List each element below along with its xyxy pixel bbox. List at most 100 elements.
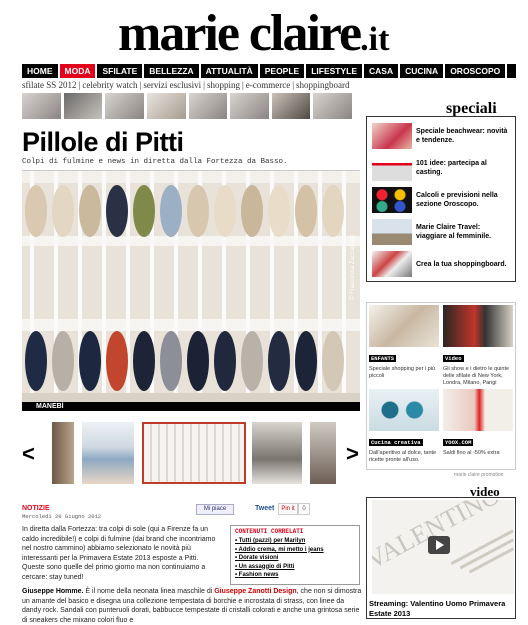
promo-label: Video	[443, 355, 464, 362]
play-icon[interactable]	[428, 536, 450, 554]
speciali-thumb	[372, 219, 412, 245]
speciali-text: Speciale beachwear: novità e tendenze.	[416, 128, 508, 144]
subnav-link[interactable]: e-commerce	[246, 80, 290, 90]
photo-caption-bar	[22, 402, 360, 411]
nav-item-moda[interactable]: MODA	[59, 64, 98, 78]
sub-nav: sfilate SS 2012 | celebrity watch | servizi …	[22, 79, 516, 91]
carousel-prev-button[interactable]: <	[22, 441, 35, 467]
related-link[interactable]: Un assaggio di Pitti	[235, 563, 355, 572]
article-date: Mercoledì 20 Giugno 2012	[22, 513, 102, 520]
related-content-box: CONTENUTI CORRELATI Tutti (pazzi) per Ma…	[230, 525, 360, 585]
carousel-next-button[interactable]: >	[346, 441, 359, 467]
speciali-thumb	[372, 187, 412, 213]
carousel-thumb-active[interactable]	[142, 422, 246, 484]
subnav-separator: |	[203, 80, 205, 90]
subnav-link[interactable]: sfilate SS 2012	[22, 80, 77, 90]
speciali-item[interactable]: Crea la tua shoppingboard.	[372, 249, 512, 279]
tweet-button[interactable]: Tweet	[255, 505, 274, 512]
promo-image	[369, 389, 439, 431]
nav-item-attualit[interactable]: ATTUALITÀ	[201, 64, 260, 78]
speciali-item[interactable]: Marie Claire Travel: viaggiare al femmin…	[372, 217, 512, 247]
main-nav: HOME MODA SFILATE BELLEZZA ATTUALITÀ PEOPLE LI…	[22, 64, 516, 78]
subnav-thumb[interactable]	[271, 93, 311, 119]
pin-it-button[interactable]: Pin it	[278, 503, 298, 515]
promo-image	[443, 305, 513, 347]
subnav-thumb[interactable]	[188, 93, 228, 119]
nav-item-casa[interactable]: CASA	[364, 64, 401, 78]
speciali-text: 101 idee: partecipa al casting.	[416, 160, 487, 176]
promo-box: ENFANTS Speciale shopping per i più picc…	[366, 302, 516, 470]
carousel-thumb[interactable]	[252, 422, 302, 484]
subnav-link[interactable]: servizi esclusivi	[143, 80, 201, 90]
subnav-link[interactable]: celebrity watch	[82, 80, 137, 90]
promo-label: Cucina creativa	[369, 439, 423, 446]
subnav-thumb[interactable]	[105, 93, 144, 119]
promo-item[interactable]: YOOX.COM Saldi fino al -50% extra	[443, 389, 513, 457]
pin-count: 0	[298, 503, 310, 515]
promo-item[interactable]: ENFANTS Speciale shopping per i più picc…	[369, 305, 439, 380]
nav-item-lifestyle[interactable]: LIFESTYLE	[306, 64, 365, 78]
photo-credit: © Francesca Zaccagnini	[350, 235, 356, 300]
related-link[interactable]: Tutti (pazzi) per Marilyn	[235, 537, 355, 546]
speciali-item[interactable]: 101 idee: partecipa al casting.	[372, 153, 512, 183]
subnav-link[interactable]: shoppingboard	[296, 80, 350, 90]
nav-item-people[interactable]: PEOPLE	[260, 64, 307, 78]
paragraph-lead: Giuseppe Homme.	[22, 588, 84, 595]
subnav-thumb[interactable]	[313, 93, 352, 119]
subnav-thumb[interactable]	[22, 93, 61, 119]
paragraph-text: È il nome della neonata linea maschile d…	[83, 588, 215, 595]
carousel-thumb[interactable]	[52, 422, 74, 484]
logo-tld: .it	[360, 21, 390, 58]
subnav-link[interactable]: shopping	[207, 80, 240, 90]
article-category[interactable]: NOTIZIE	[22, 505, 50, 512]
speciali-text: Calcoli e previsioni nella sezione Orosc…	[416, 192, 498, 208]
related-link[interactable]: Dorate visioni	[235, 554, 355, 563]
nav-item-home[interactable]: HOME	[22, 64, 60, 78]
promo-item[interactable]: Cucina creativa Dall'aperitivo al dolce,…	[369, 389, 439, 464]
related-link[interactable]: Addio crema, mi metto i jeans	[235, 546, 355, 555]
related-link[interactable]: Fashion news	[235, 571, 355, 580]
page-subtitle: Colpi di fulmine e news in diretta dalla…	[22, 158, 288, 166]
nav-item-oroscopo[interactable]: OROSCOPO	[445, 64, 508, 78]
subnav-thumb[interactable]	[230, 93, 269, 119]
site-logo[interactable]: marie claire.it	[118, 6, 418, 62]
carousel-thumb[interactable]	[310, 422, 336, 484]
promo-text: Saldi fino al -50% extra	[443, 450, 500, 456]
photo-caption: MANEBÌ	[36, 403, 64, 410]
related-heading: CONTENUTI CORRELATI	[235, 528, 304, 535]
subnav-separator: |	[292, 80, 295, 90]
speciali-thumb	[372, 155, 412, 181]
promo-label: ENFANTS	[369, 355, 397, 362]
subnav-thumbnails	[22, 93, 352, 119]
subnav-thumb[interactable]	[146, 93, 186, 119]
page-title: Pillole di Pitti	[22, 127, 184, 157]
facebook-like-button[interactable]: Mi piace	[196, 504, 234, 515]
promo-image	[443, 389, 513, 431]
nav-item-sfilate[interactable]: SFILATE	[97, 64, 145, 78]
subnav-thumb[interactable]	[63, 93, 103, 119]
promo-image	[369, 305, 439, 347]
promo-label: YOOX.COM	[443, 439, 474, 446]
subnav-separator: |	[139, 80, 142, 90]
speciali-item[interactable]: Calcoli e previsioni nella sezione Orosc…	[372, 185, 512, 215]
promo-text: Speciale shopping per i più piccoli	[369, 366, 436, 379]
article-paragraph-2: Giuseppe Homme. È il nome della neonata …	[22, 587, 362, 625]
shoe-shelf-image	[22, 171, 360, 403]
speciali-item[interactable]: Speciale beachwear: novità e tendenze.	[372, 121, 512, 151]
carousel-thumb[interactable]	[82, 422, 134, 484]
subnav-separator: |	[241, 80, 244, 90]
speciali-box: Speciale beachwear: novità e tendenze. 1…	[366, 116, 516, 282]
nav-item-bellezza[interactable]: BELLEZZA	[144, 64, 201, 78]
nav-item-cucina[interactable]: CUCINA	[400, 64, 446, 78]
brand-link[interactable]: Giuseppe Zanotti Design	[214, 588, 296, 595]
promo-item[interactable]: Video Gli show e i dietro le quinte dell…	[443, 305, 513, 387]
promo-credit: marie claire promotion	[454, 472, 504, 478]
promo-text: Dall'aperitivo al dolce, tante ricette p…	[369, 450, 437, 463]
speciali-thumb	[372, 123, 412, 149]
subnav-separator: |	[78, 80, 81, 90]
speciali-thumb	[372, 251, 412, 277]
promo-text: Gli show e i dietro le quinte delle sfil…	[443, 366, 510, 386]
speciali-text: Marie Claire Travel: viaggiare al femmin…	[416, 224, 492, 240]
video-title[interactable]: Streaming: Valentino Uomo Primavera Esta…	[369, 599, 519, 619]
main-photo[interactable]	[22, 170, 360, 403]
